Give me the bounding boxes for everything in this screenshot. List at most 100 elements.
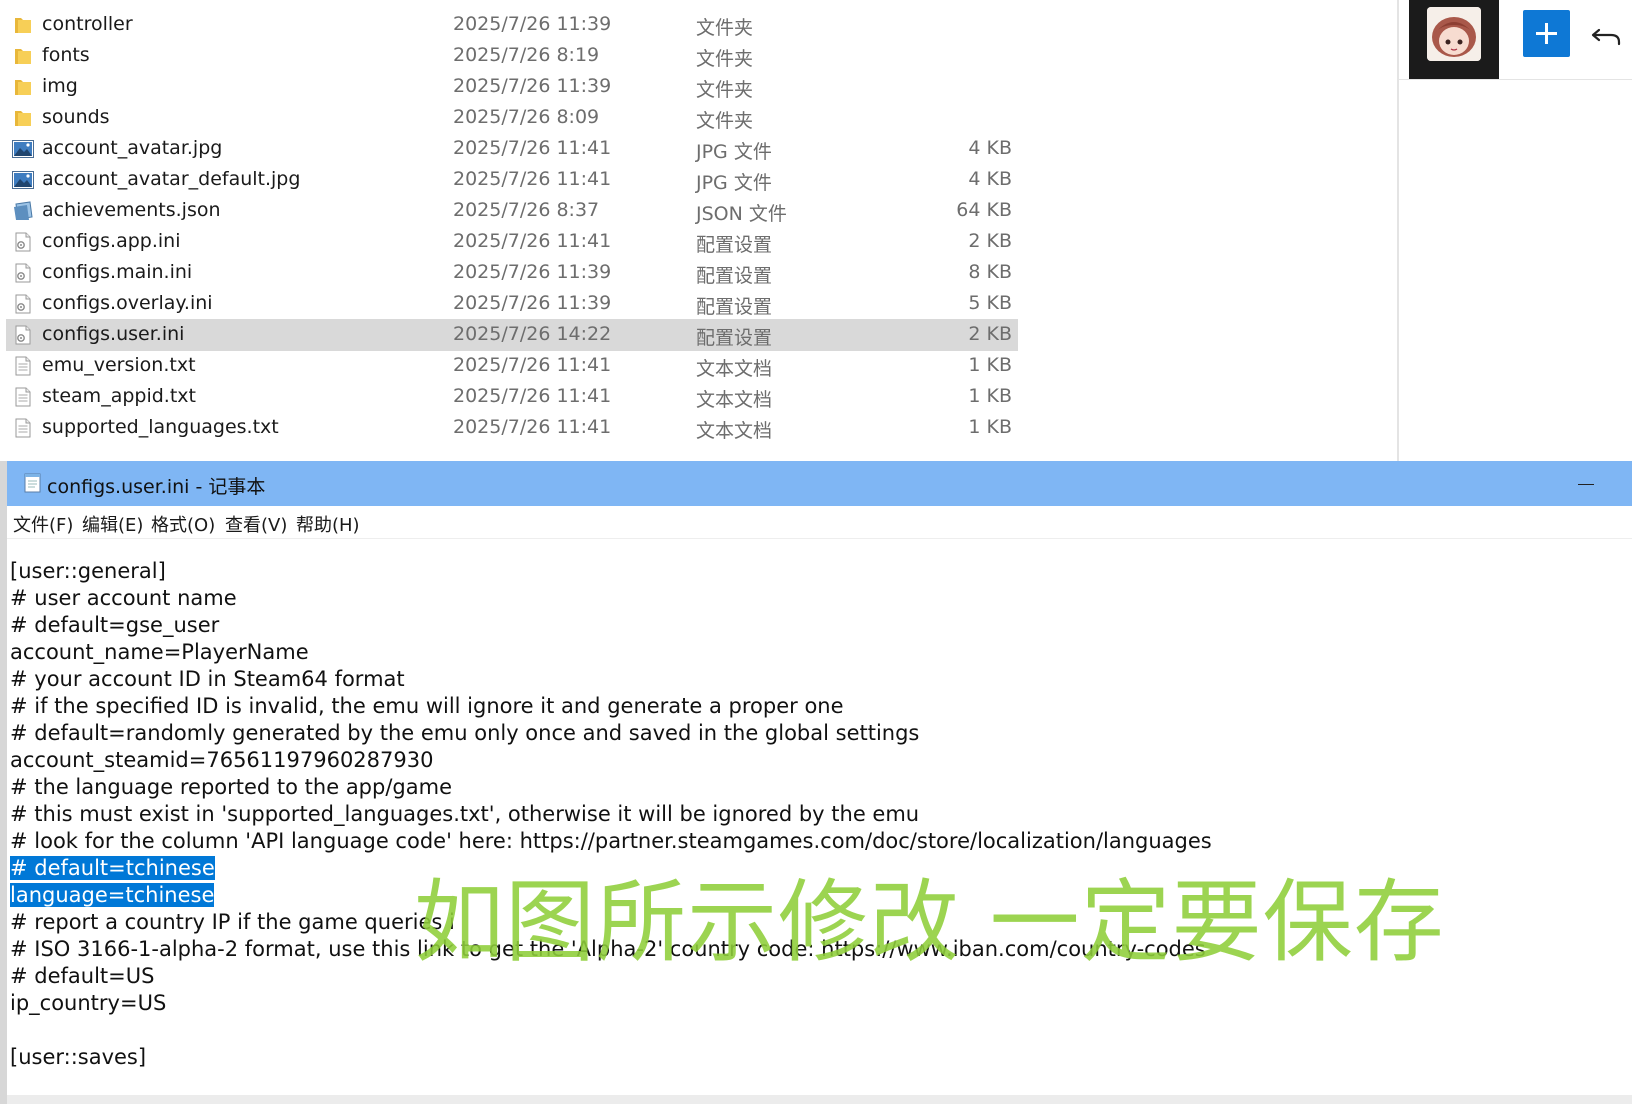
file-type: 文本文档 bbox=[696, 358, 773, 380]
minimize-button[interactable] bbox=[1565, 469, 1605, 499]
file-modified-date: 2025/7/26 8:09 bbox=[453, 106, 600, 128]
menu-file[interactable]: 文件(F) bbox=[13, 511, 73, 537]
line-text: account_steamid=76561197960287930 bbox=[10, 748, 434, 772]
editor-line: # report a country IP if the game querie… bbox=[10, 909, 455, 936]
plus-icon bbox=[1536, 23, 1557, 44]
add-button[interactable] bbox=[1523, 10, 1570, 57]
undo-arrow-icon bbox=[1591, 28, 1621, 46]
editor-line-selected: language=tchinese bbox=[10, 882, 215, 909]
line-text: language=tchinese bbox=[10, 883, 215, 907]
file-modified-date: 2025/7/26 11:41 bbox=[453, 385, 612, 407]
file-size: 1 KB bbox=[968, 354, 1012, 376]
file-type: 文件夹 bbox=[696, 17, 754, 39]
file-row[interactable]: configs.main.ini 2025/7/26 11:39 配置设置 8 KB bbox=[6, 257, 1018, 289]
file-size: 1 KB bbox=[968, 416, 1012, 438]
file-modified-date: 2025/7/26 11:39 bbox=[453, 75, 612, 97]
file-explorer-list: controller 2025/7/26 11:39 文件夹 fonts 2025/7/… bbox=[0, 0, 1397, 461]
file-type: JSON 文件 bbox=[696, 203, 787, 225]
file-size: 5 KB bbox=[968, 292, 1012, 314]
file-type: 文本文档 bbox=[696, 389, 773, 411]
editor-line: ip_country=US bbox=[10, 990, 166, 1017]
file-modified-date: 2025/7/26 11:41 bbox=[453, 354, 612, 376]
line-text: account_name=PlayerName bbox=[10, 640, 309, 664]
line-text: # your account ID in Steam64 format bbox=[10, 667, 405, 691]
file-name: account_avatar_default.jpg bbox=[42, 168, 301, 190]
editor-line: # default=randomly generated by the emu … bbox=[10, 720, 919, 747]
line-text: # report a country IP if the game querie… bbox=[10, 910, 455, 934]
undo-button[interactable] bbox=[1589, 16, 1625, 52]
editor-line: # user account name bbox=[10, 585, 237, 612]
file-type: JPG 文件 bbox=[696, 141, 772, 163]
editor-line: [user::general] bbox=[10, 558, 166, 585]
file-row[interactable]: fonts 2025/7/26 8:19 文件夹 bbox=[6, 40, 1018, 72]
minimize-icon bbox=[1578, 484, 1594, 485]
file-name: steam_appid.txt bbox=[42, 385, 196, 407]
file-row[interactable]: account_avatar_default.jpg 2025/7/26 11:4… bbox=[6, 164, 1018, 196]
file-name: configs.app.ini bbox=[42, 230, 181, 252]
editor-line: # this must exist in 'supported_language… bbox=[10, 801, 919, 828]
file-modified-date: 2025/7/26 14:22 bbox=[453, 323, 612, 345]
title-bar[interactable]: configs.user.ini - 记事本 bbox=[7, 461, 1632, 506]
file-row[interactable]: configs.app.ini 2025/7/26 11:41 配置设置 2 KB bbox=[6, 226, 1018, 258]
menu-view[interactable]: 查看(V) bbox=[225, 511, 287, 537]
file-row[interactable]: emu_version.txt 2025/7/26 11:41 文本文档 1 KB bbox=[6, 350, 1018, 382]
file-name: sounds bbox=[42, 106, 110, 128]
line-text: ip_country=US bbox=[10, 991, 167, 1015]
folder-icon bbox=[12, 46, 34, 66]
file-modified-date: 2025/7/26 11:41 bbox=[453, 230, 612, 252]
editor-line: [user::saves] bbox=[10, 1044, 146, 1071]
file-modified-date: 2025/7/26 8:37 bbox=[453, 199, 600, 221]
notepad-window: configs.user.ini - 记事本 文件(F) 编辑(E) 格式(O)… bbox=[0, 461, 1632, 1104]
image-file-icon bbox=[12, 170, 34, 190]
notepad-icon bbox=[24, 473, 41, 493]
line-text: # default=gse_user bbox=[10, 613, 220, 637]
settings-file-icon bbox=[12, 232, 34, 252]
menu-format[interactable]: 格式(O) bbox=[151, 511, 215, 537]
file-type: 配置设置 bbox=[696, 296, 773, 318]
file-row[interactable]: supported_languages.txt 2025/7/26 11:41 文本… bbox=[6, 412, 1018, 444]
editor-line: # default=US bbox=[10, 963, 154, 990]
settings-file-icon bbox=[12, 294, 34, 314]
file-row[interactable]: img 2025/7/26 11:39 文件夹 bbox=[6, 71, 1018, 103]
file-name: controller bbox=[42, 13, 133, 35]
line-text: # this must exist in 'supported_language… bbox=[10, 802, 920, 826]
avatar[interactable] bbox=[1427, 7, 1481, 61]
json-file-icon bbox=[12, 201, 34, 221]
file-row[interactable]: achievements.json 2025/7/26 8:37 JSON 文件 64… bbox=[6, 195, 1018, 227]
folder-icon bbox=[12, 15, 34, 35]
file-size: 4 KB bbox=[968, 168, 1012, 190]
file-modified-date: 2025/7/26 11:39 bbox=[453, 13, 612, 35]
menu-bar: 文件(F) 编辑(E) 格式(O) 查看(V) 帮助(H) bbox=[7, 506, 1632, 539]
text-editor[interactable]: [user::general] # user account name # defa… bbox=[7, 539, 1632, 1095]
text-file-icon bbox=[12, 418, 34, 438]
file-name: achievements.json bbox=[42, 199, 221, 221]
file-size: 1 KB bbox=[968, 385, 1012, 407]
settings-file-icon bbox=[12, 263, 34, 283]
image-file-icon bbox=[12, 139, 34, 159]
line-text: [user::general] bbox=[10, 559, 166, 583]
file-row[interactable]: controller 2025/7/26 11:39 文件夹 bbox=[6, 9, 1018, 41]
editor-line: account_steamid=76561197960287930 bbox=[10, 747, 433, 774]
file-row[interactable]: steam_appid.txt 2025/7/26 11:41 文本文档 1 KB bbox=[6, 381, 1018, 413]
file-row[interactable]: account_avatar.jpg 2025/7/26 11:41 JPG 文件 4… bbox=[6, 133, 1018, 165]
file-type: 文件夹 bbox=[696, 48, 754, 70]
menu-edit[interactable]: 编辑(E) bbox=[82, 511, 143, 537]
line-text: # look for the column 'API language code… bbox=[10, 829, 1212, 853]
file-modified-date: 2025/7/26 11:41 bbox=[453, 416, 612, 438]
editor-line: # look for the column 'API language code… bbox=[10, 828, 1212, 855]
file-row[interactable]: configs.overlay.ini 2025/7/26 11:39 配置设置 5 … bbox=[6, 288, 1018, 320]
avatar-tile[interactable] bbox=[1409, 0, 1499, 79]
file-row[interactable]: sounds 2025/7/26 8:09 文件夹 bbox=[6, 102, 1018, 134]
file-size: 4 KB bbox=[968, 137, 1012, 159]
editor-line: # the language reported to the app/game bbox=[10, 774, 452, 801]
editor-line: # your account ID in Steam64 format bbox=[10, 666, 405, 693]
folder-icon bbox=[12, 77, 34, 97]
menu-help[interactable]: 帮助(H) bbox=[296, 511, 360, 537]
file-row[interactable]: configs.user.ini 2025/7/26 14:22 配置设置 2 KB bbox=[6, 319, 1018, 351]
file-name: emu_version.txt bbox=[42, 354, 196, 376]
file-size: 2 KB bbox=[968, 323, 1012, 345]
horizontal-scrollbar[interactable] bbox=[7, 1095, 1632, 1104]
panel-divider bbox=[1399, 79, 1632, 80]
file-name: configs.overlay.ini bbox=[42, 292, 213, 314]
editor-line: # default=gse_user bbox=[10, 612, 219, 639]
